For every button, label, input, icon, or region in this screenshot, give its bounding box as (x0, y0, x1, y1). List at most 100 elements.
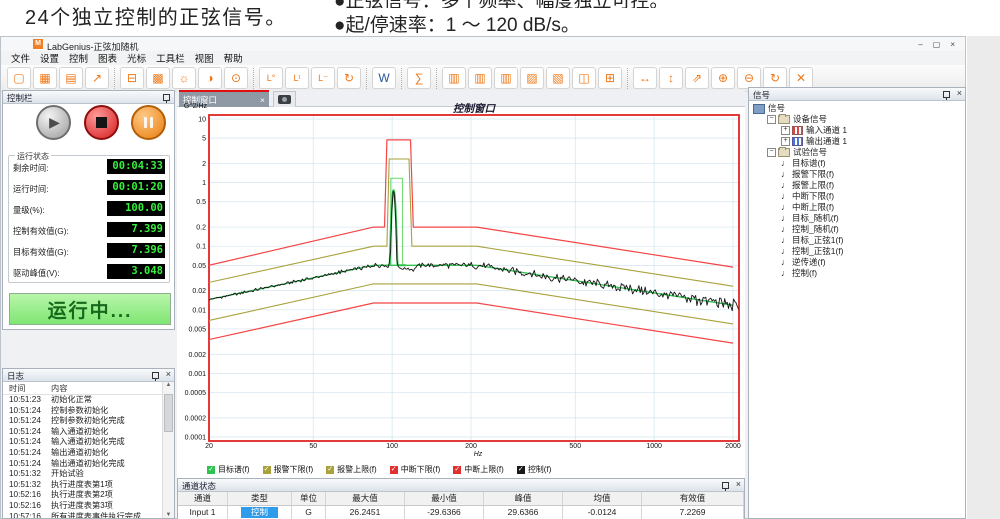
menu-item-控制[interactable]: 控制 (64, 51, 93, 65)
maximize-button[interactable]: ▢ (933, 40, 941, 49)
slide-banner: 24个独立控制的正弦信号。 ●正弦信号：多个频率、幅度独立可控。 ●起/停速率：… (0, 0, 1000, 36)
tree-item-label: 信号 (768, 103, 785, 114)
sigma-icon[interactable]: ∑ (407, 67, 431, 89)
chart-edit-icon[interactable]: ▧ (546, 67, 570, 89)
refresh-icon[interactable]: ↻ (763, 67, 787, 89)
tree-expander-icon[interactable]: − (767, 115, 776, 124)
table-cell: G (292, 506, 326, 519)
menu-item-光标[interactable]: 光标 (122, 51, 151, 65)
tree-item-中断下限(f)[interactable]: ♩中断下限(f) (749, 191, 965, 202)
table-cell: 26.2451 (326, 506, 405, 519)
legend-checkbox[interactable]: ✓ (263, 466, 271, 474)
svg-text:100: 100 (386, 443, 398, 450)
print-icon[interactable]: ⊟ (120, 67, 144, 89)
pin-icon[interactable] (163, 94, 170, 101)
tree-item-中断上限(f)[interactable]: ♩中断上限(f) (749, 202, 965, 213)
tree-expander-icon[interactable]: − (767, 148, 776, 157)
field-value-display: 00:01:20 (107, 180, 165, 195)
zoom-out-icon[interactable]: ⊖ (737, 67, 761, 89)
legend-checkbox[interactable]: ✓ (326, 466, 334, 474)
field-label: 运行时间: (13, 183, 49, 195)
cursor-peak-icon[interactable]: L° (259, 67, 283, 89)
chart-spectrum-icon[interactable]: ▥ (494, 67, 518, 89)
save-icon[interactable]: ▦ (33, 67, 57, 89)
stop-button[interactable] (84, 105, 119, 140)
close-icon[interactable]: × (166, 369, 171, 379)
tree-item-报警上限(f)[interactable]: ♩报警上限(f) (749, 180, 965, 191)
tree-item-输入通道 1[interactable]: +输入通道 1 (749, 125, 965, 136)
close-button[interactable]: × (950, 40, 955, 49)
scroll-down-icon[interactable]: ▼ (166, 512, 172, 518)
toolbar-separator (627, 68, 628, 89)
zoom-horizontal-icon[interactable]: ↔ (633, 67, 657, 89)
layout-split-icon[interactable]: ◫ (572, 67, 596, 89)
close-icon[interactable]: × (736, 479, 741, 489)
profile-disc-icon[interactable]: ◑ (198, 67, 222, 89)
tree-item-控制_随机(f)[interactable]: ♩控制_随机(f) (749, 224, 965, 235)
legend-checkbox[interactable]: ✓ (207, 466, 215, 474)
chart-window: G^2/Hz控制窗口105210.50.20.10.050.020.010.00… (177, 107, 745, 478)
zoom-in-icon[interactable]: ⊕ (711, 67, 735, 89)
layout-grid-icon[interactable]: ⊞ (598, 67, 622, 89)
legend-item: ✓目标谱(f) (207, 464, 250, 475)
control-spectrum-chart[interactable]: G^2/Hz控制窗口105210.50.20.10.050.020.010.00… (177, 103, 745, 463)
zoom-diagonal-icon[interactable]: ⇗ (685, 67, 709, 89)
tree-item-报警下限(f)[interactable]: ♩报警下限(f) (749, 169, 965, 180)
tree-item-目标_正弦1(f)[interactable]: ♩目标_正弦1(f) (749, 235, 965, 246)
tree-item-目标谱(f)[interactable]: ♩目标谱(f) (749, 158, 965, 169)
chart-time-icon[interactable]: ▥ (468, 67, 492, 89)
legend-checkbox[interactable]: ✓ (390, 466, 398, 474)
scroll-up-icon[interactable]: ▲ (166, 382, 172, 388)
pause-button[interactable] (131, 105, 166, 140)
tree-item-控制(f)[interactable]: ♩控制(f) (749, 268, 965, 279)
cursor-rotate-icon[interactable]: ↻ (337, 67, 361, 89)
scrollbar-thumb[interactable] (164, 394, 173, 432)
tree-item-目标_随机(f)[interactable]: ♩目标_随机(f) (749, 213, 965, 224)
minimize-button[interactable]: – (918, 40, 922, 49)
chart-psd-icon[interactable]: ▥ (442, 67, 466, 89)
legend-checkbox[interactable]: ✓ (453, 466, 461, 474)
zoom-reset-icon[interactable]: ✕ (789, 67, 813, 89)
status-field: 驱动峰值(V):3.048 (9, 261, 169, 282)
tree-expander-icon[interactable]: + (781, 137, 790, 146)
menu-item-文件[interactable]: 文件 (6, 51, 35, 65)
pin-icon[interactable] (722, 482, 729, 489)
zoom-vertical-icon[interactable]: ↕ (659, 67, 683, 89)
tree-expander-icon[interactable]: + (781, 126, 790, 135)
table-cell: Input 1 (178, 506, 228, 519)
chart-transfer-icon[interactable]: ▨ (520, 67, 544, 89)
close-icon[interactable]: × (957, 88, 962, 98)
word-report-icon[interactable]: W (372, 67, 396, 89)
menu-item-图表[interactable]: 图表 (93, 51, 122, 65)
table-row: Input 1控制G26.2451-29.636629.6366-0.01247… (178, 506, 744, 519)
svg-text:1000: 1000 (646, 443, 662, 450)
legend-checkbox[interactable]: ✓ (517, 466, 525, 474)
tree-item-label: 控制_正弦1(f) (792, 246, 843, 257)
export-icon[interactable]: ↗ (85, 67, 109, 89)
tree-item-控制_正弦1(f)[interactable]: ♩控制_正弦1(f) (749, 246, 965, 257)
tree-item-逆传递(f)[interactable]: ♩逆传递(f) (749, 257, 965, 268)
svg-text:2: 2 (202, 161, 206, 168)
play-button[interactable]: ▶ (36, 105, 71, 140)
pin-icon[interactable] (943, 91, 950, 98)
tree-item-设备信号[interactable]: −设备信号 (749, 114, 965, 125)
pin-icon[interactable] (152, 372, 159, 379)
tree-item-输出通道 1[interactable]: +输出通道 1 (749, 136, 965, 147)
log-row: 10:51:24输入通道初始化 (3, 427, 163, 438)
schedule-clock-icon[interactable]: ⊙ (224, 67, 248, 89)
new-file-icon[interactable]: ▢ (7, 67, 31, 89)
cursor-tracking-icon[interactable]: Lᵗ (285, 67, 309, 89)
tree-item-信号[interactable]: 信号 (749, 103, 965, 114)
open-icon[interactable]: ▤ (59, 67, 83, 89)
signal-icon: ♩ (781, 235, 789, 246)
menu-item-视图[interactable]: 视图 (190, 51, 219, 65)
menu-item-工具栏[interactable]: 工具栏 (151, 51, 190, 65)
window-title: LabGenius-正弦加随机 (47, 40, 139, 53)
table-header-cell: 有效值 (642, 492, 744, 505)
snapshot-icon[interactable]: ▩ (146, 67, 170, 89)
settings-gear-icon[interactable]: ☼ (172, 67, 196, 89)
tree-item-试验信号[interactable]: −试验信号 (749, 147, 965, 158)
cursor-delta-icon[interactable]: L⁻ (311, 67, 335, 89)
menu-item-设置[interactable]: 设置 (35, 51, 64, 65)
menu-item-帮助[interactable]: 帮助 (219, 51, 248, 65)
